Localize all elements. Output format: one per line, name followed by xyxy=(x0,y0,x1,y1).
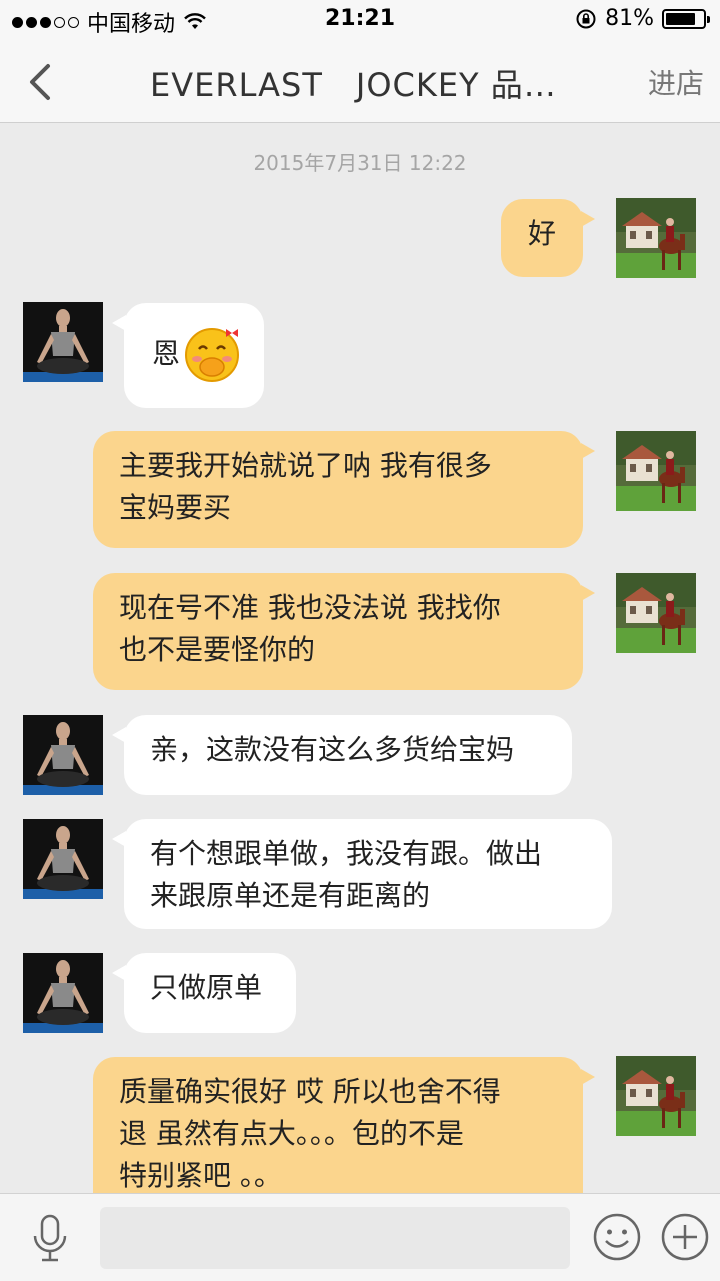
my-avatar[interactable] xyxy=(616,573,696,653)
seller-avatar[interactable] xyxy=(23,302,103,382)
message-text-line: 来跟原单还是有距离的 xyxy=(150,879,431,912)
my-avatar[interactable] xyxy=(616,1056,696,1136)
conversation-title: EVERLAST JOCKEY 品… xyxy=(150,66,557,104)
battery-icon xyxy=(662,8,710,29)
message-timestamp: 2015年7月31日 12:22 xyxy=(253,151,467,175)
message-input[interactable] xyxy=(100,1207,570,1269)
chat-message-list[interactable]: 2015年7月31日 12:22 好 恩 主要我开始就说了呐 我有很多 宝妈要买… xyxy=(0,123,720,1193)
incoming-message-bubble[interactable]: 亲，这款没有这么多货给宝妈 xyxy=(112,715,572,795)
seller-avatar[interactable] xyxy=(23,953,103,1033)
my-avatar[interactable] xyxy=(616,198,696,278)
plus-icon[interactable] xyxy=(660,1212,710,1262)
message-text-line: 主要我开始就说了呐 我有很多 xyxy=(119,449,492,482)
microphone-icon[interactable] xyxy=(26,1212,74,1264)
outgoing-message-bubble[interactable]: 主要我开始就说了呐 我有很多 宝妈要买 xyxy=(93,431,595,548)
message-text: 恩 xyxy=(152,337,181,370)
rotation-lock-icon xyxy=(576,9,596,28)
enter-shop-button[interactable]: 进店 xyxy=(648,62,704,102)
message-text: 好 xyxy=(527,217,556,250)
message-text-line: 也不是要怪你的 xyxy=(119,633,316,666)
back-arrow-icon[interactable] xyxy=(22,60,62,104)
message-text: 亲，这款没有这么多货给宝妈 xyxy=(150,733,515,766)
message-text-line: 特别紧吧 。。 xyxy=(119,1159,282,1192)
outgoing-message-bubble[interactable]: 好 xyxy=(501,199,595,277)
battery-info: 81% xyxy=(575,6,710,31)
message-text-line: 质量确实很好 哎 所以也舍不得 xyxy=(119,1075,501,1108)
incoming-message-bubble[interactable]: 有个想跟单做，我没有跟。做出 来跟原单还是有距离的 xyxy=(112,819,612,929)
my-avatar[interactable] xyxy=(616,431,696,511)
outgoing-message-bubble[interactable]: 质量确实很好 哎 所以也舍不得 退 虽然有点大。。。包的不是 特别紧吧 。。 xyxy=(93,1057,595,1193)
outgoing-message-bubble[interactable]: 现在号不准 我也没法说 我找你 也不是要怪你的 xyxy=(93,573,595,690)
message-text: 只做原单 xyxy=(150,971,263,1004)
seller-avatar[interactable] xyxy=(23,715,103,795)
incoming-message-bubble[interactable]: 恩 xyxy=(112,303,264,408)
message-text-line: 宝妈要买 xyxy=(119,491,232,524)
emoji-icon[interactable] xyxy=(592,1212,642,1262)
message-input-bar xyxy=(0,1193,720,1281)
message-text-line: 有个想跟单做，我没有跟。做出 xyxy=(150,837,543,870)
incoming-message-bubble[interactable]: 只做原单 xyxy=(112,953,296,1033)
nav-bar: EVERLAST JOCKEY 品… 进店 xyxy=(0,40,720,123)
battery-percentage: 81% xyxy=(605,6,654,31)
shy-emoji-icon xyxy=(185,328,239,382)
message-text-line: 现在号不准 我也没法说 我找你 xyxy=(119,591,501,624)
message-text-line: 退 虽然有点大。。。包的不是 xyxy=(119,1117,464,1150)
seller-avatar[interactable] xyxy=(23,819,103,899)
status-bar: 中国移动 21:21 81% xyxy=(0,0,720,40)
